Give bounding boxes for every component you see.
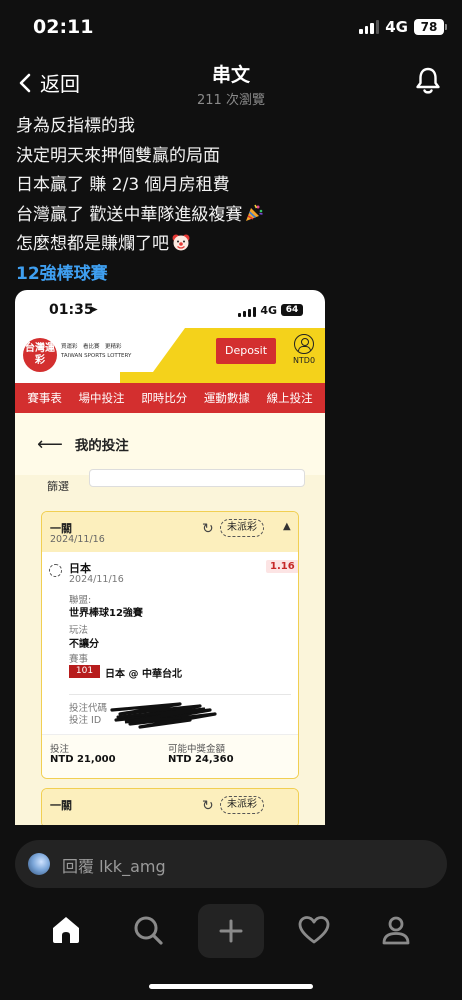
- topic-tag-link[interactable]: 12強棒球賽: [16, 260, 456, 290]
- heart-icon[interactable]: [296, 912, 332, 948]
- divider: [69, 694, 291, 695]
- embedded-battery-icon: 64: [281, 304, 303, 316]
- post-body: 身為反指標的我 決定明天來押個雙贏的局面 日本贏了 賺 2/3 個月房租費 台灣…: [16, 112, 456, 289]
- bet-id-label: 投注 ID: [69, 715, 102, 726]
- bet-card: 一關 2024/11/16 ↻ 未派彩 ▲ 日本 2024/11/16 1.16…: [41, 511, 299, 779]
- location-arrow-icon: ➤: [89, 303, 99, 316]
- stake-value: NTD 21,000: [50, 754, 116, 765]
- post-line: 台灣贏了 歡送中華隊進級複賽: [16, 201, 456, 231]
- balance-label: NTD0: [292, 356, 316, 365]
- bell-icon[interactable]: [414, 66, 442, 96]
- taiwan-lottery-logo: 台灣運彩: [23, 338, 57, 372]
- account-balance[interactable]: NTD0: [287, 334, 321, 365]
- selection-date: 2024/11/16: [69, 574, 124, 585]
- embedded-status-bar: 01:35 ➤ 4G 64: [15, 290, 325, 328]
- filter-select[interactable]: [89, 469, 305, 487]
- signal-icon: [359, 20, 380, 34]
- payout-value: NTD 24,360: [168, 754, 234, 765]
- title-block: 串文 211 次瀏覽: [0, 60, 462, 108]
- battery-icon: 78: [414, 19, 447, 35]
- status-bar: 02:11 4G 78: [0, 0, 462, 56]
- play-label: 玩法: [69, 625, 89, 636]
- view-count: 211 次瀏覽: [197, 93, 265, 108]
- lottery-header: 台灣運彩 買運彩 看比賽 更精彩 TAIWAN SPORTS LOTTERY D…: [15, 328, 325, 383]
- status-time: 02:11: [33, 16, 94, 38]
- menu-item[interactable]: 賽事表: [27, 390, 62, 406]
- embedded-network-label: 4G: [260, 303, 277, 317]
- profile-icon[interactable]: [378, 912, 414, 948]
- attached-screenshot[interactable]: 01:35 ➤ 4G 64 台灣運彩 買運彩 看比賽 更精彩 TAIWAN SP…: [15, 290, 325, 825]
- menu-item[interactable]: 線上投注: [267, 390, 313, 406]
- menu-item[interactable]: 場中投注: [79, 390, 125, 406]
- event-number: 101: [69, 665, 100, 678]
- user-icon: [294, 334, 314, 354]
- my-bets-title: 我的投注: [74, 438, 129, 454]
- clown-face-icon: [172, 234, 190, 251]
- event-label: 賽事: [69, 654, 89, 665]
- bet-card-header[interactable]: 一關 ↻ 未派彩: [42, 789, 298, 825]
- home-indicator[interactable]: [149, 984, 313, 989]
- deposit-button[interactable]: Deposit: [216, 338, 276, 364]
- bottom-nav: [0, 898, 462, 968]
- filter-label: 篩選: [47, 480, 69, 493]
- event-name: 日本 @ 中華台北: [105, 669, 182, 680]
- selection-radio: [49, 564, 62, 577]
- avatar: [28, 853, 50, 875]
- status-badge: 未派彩: [220, 519, 264, 537]
- post-line: 怎麼想都是賺爛了吧: [16, 230, 456, 260]
- post-line: 決定明天來押個雙贏的局面: [16, 145, 220, 166]
- embedded-signal-icon: [238, 303, 257, 317]
- network-label: 4G: [385, 18, 408, 36]
- refresh-icon[interactable]: ↻: [202, 798, 214, 814]
- page-title: 串文: [211, 64, 250, 86]
- filter-row: 篩選: [23, 469, 313, 495]
- status-badge: 未派彩: [220, 796, 264, 814]
- bet-card-body: 日本 2024/11/16 1.16 聯盟: 世界棒球12強賽 玩法 不讓分 賽…: [42, 552, 298, 734]
- chevron-up-icon[interactable]: ▲: [283, 521, 291, 532]
- post-line: 身為反指標的我: [16, 116, 135, 136]
- reply-placeholder: 回覆 lkk_amg: [62, 857, 166, 876]
- league-value: 世界棒球12強賽: [69, 608, 143, 619]
- refresh-icon[interactable]: ↻: [202, 521, 214, 537]
- post-line-text: 怎麼想都是賺爛了吧: [16, 234, 169, 254]
- lottery-menu: 賽事表 場中投注 即時比分 運動數據 線上投注: [15, 383, 325, 413]
- odds-badge: 1.16: [266, 560, 298, 573]
- redaction-scribble: [110, 702, 217, 729]
- bet-card-footer: 投注 NTD 21,000 可能中獎金額 NTD 24,360: [42, 734, 298, 778]
- post-line-text: 台灣贏了 歡送中華隊進級複賽: [16, 204, 243, 225]
- stake-label: 投注: [50, 744, 70, 755]
- thread-header: 返回 串文 211 次瀏覽: [0, 56, 462, 108]
- bet-card: 一關 ↻ 未派彩: [41, 788, 299, 825]
- payout-label: 可能中獎金額: [168, 744, 226, 755]
- status-indicators: 4G 78: [359, 18, 447, 36]
- home-icon[interactable]: [48, 912, 84, 948]
- post-line: 日本贏了 賺 2/3 個月房租費: [16, 175, 230, 195]
- reply-input[interactable]: 回覆 lkk_amg: [15, 840, 447, 888]
- my-bets-header: ⟵ 我的投注: [15, 413, 325, 475]
- bet-type: 一關: [50, 799, 72, 812]
- menu-item[interactable]: 運動數據: [204, 390, 250, 406]
- embedded-time: 01:35: [49, 302, 94, 318]
- plus-icon[interactable]: [198, 904, 264, 958]
- play-value: 不讓分: [69, 639, 99, 650]
- menu-item[interactable]: 即時比分: [141, 390, 187, 406]
- logo-subtitle: 買運彩 看比賽 更精彩 TAIWAN SPORTS LOTTERY: [61, 344, 132, 359]
- search-icon[interactable]: [130, 912, 166, 948]
- bet-date: 2024/11/16: [50, 534, 105, 545]
- bet-card-header[interactable]: 一關 2024/11/16 ↻ 未派彩 ▲: [42, 512, 298, 552]
- embedded-status-indicators: 4G 64: [238, 303, 303, 317]
- arrow-left-icon[interactable]: ⟵: [37, 434, 63, 455]
- party-popper-icon: [246, 204, 264, 221]
- bets-list: 篩選 一關 2024/11/16 ↻ 未派彩 ▲ 日本 2024/11/16 1…: [15, 469, 325, 825]
